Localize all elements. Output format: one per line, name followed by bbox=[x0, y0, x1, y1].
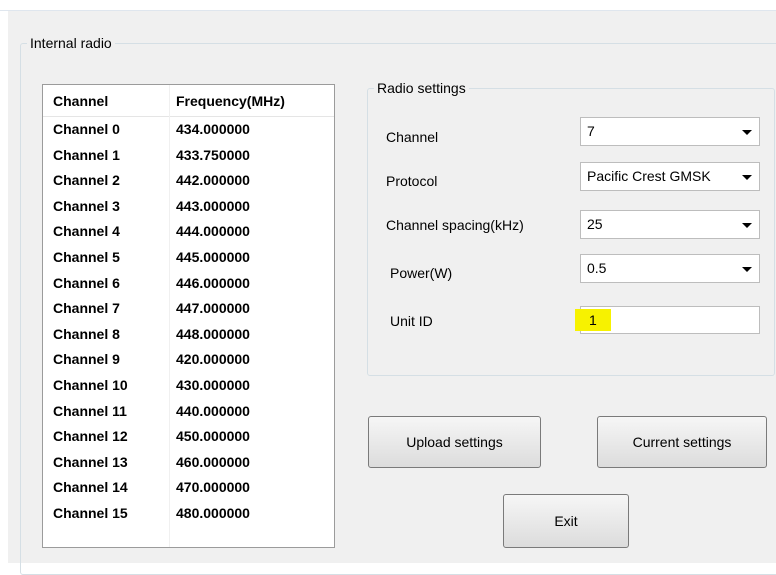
table-row[interactable]: Channel 9 420.000000 bbox=[43, 346, 334, 371]
frequency-cell: 430.000000 bbox=[176, 377, 250, 393]
channel-cell: Channel 8 bbox=[53, 325, 120, 342]
table-row[interactable]: Channel 2 442.000000 bbox=[43, 167, 334, 192]
exit-button[interactable]: Exit bbox=[503, 494, 629, 548]
channel-cell: Channel 0 bbox=[53, 121, 120, 137]
frequency-cell: 433.750000 bbox=[176, 146, 250, 163]
chevron-down-icon bbox=[742, 267, 752, 272]
chevron-down-icon bbox=[742, 130, 752, 135]
upload-settings-button[interactable]: Upload settings bbox=[368, 416, 541, 468]
table-row[interactable]: Channel 11 440.000000 bbox=[43, 398, 334, 423]
table-row[interactable]: Channel 0 434.000000 bbox=[43, 116, 334, 141]
channel-cell: Channel 11 bbox=[53, 402, 127, 419]
channel-select-value: 7 bbox=[587, 123, 595, 139]
frequency-cell: 445.000000 bbox=[176, 249, 250, 265]
frequency-cell: 443.000000 bbox=[176, 197, 250, 214]
frequency-cell: 440.000000 bbox=[176, 402, 250, 419]
channel-frequency-table[interactable]: Channel Frequency(MHz) Channel 0 434.0000… bbox=[42, 84, 335, 548]
channel-cell: Channel 2 bbox=[53, 172, 120, 189]
table-row[interactable]: Channel 10 430.000000 bbox=[43, 372, 334, 397]
chevron-down-icon bbox=[742, 175, 752, 180]
channel-cell: Channel 7 bbox=[53, 300, 120, 317]
table-row[interactable]: Channel 13 460.000000 bbox=[43, 449, 334, 474]
table-row[interactable]: Channel 8 448.000000 bbox=[43, 321, 334, 346]
power-select[interactable]: 0.5 bbox=[580, 254, 760, 283]
frequency-cell: 448.000000 bbox=[176, 325, 250, 342]
table-row[interactable]: Channel 6 446.000000 bbox=[43, 270, 334, 295]
frequency-cell: 420.000000 bbox=[176, 351, 250, 368]
channel-cell: Channel 9 bbox=[53, 351, 120, 368]
table-row[interactable]: Channel 15 480.000000 bbox=[43, 500, 334, 525]
frequency-cell: 442.000000 bbox=[176, 172, 250, 189]
frequency-cell: 447.000000 bbox=[176, 300, 250, 317]
channel-spacing-label: Channel spacing(kHz) bbox=[386, 217, 524, 233]
channel-cell: Channel 6 bbox=[53, 274, 120, 291]
protocol-select[interactable]: Pacific Crest GMSK bbox=[580, 162, 760, 191]
frequency-cell: 460.000000 bbox=[176, 453, 250, 470]
unit-id-label: Unit ID bbox=[390, 313, 433, 329]
channel-cell: Channel 3 bbox=[53, 197, 120, 214]
table-row[interactable]: Channel 12 450.000000 bbox=[43, 423, 334, 448]
frequency-cell: 480.000000 bbox=[176, 505, 250, 521]
radio-settings-title: Radio settings bbox=[377, 80, 466, 96]
frequency-cell: 450.000000 bbox=[176, 428, 250, 445]
power-label: Power(W) bbox=[390, 265, 453, 281]
frequency-cell: 470.000000 bbox=[176, 479, 250, 496]
unit-id-input[interactable]: 1 bbox=[575, 306, 760, 334]
column-header-channel[interactable]: Channel bbox=[53, 92, 108, 110]
table-row[interactable]: Channel 4 444.000000 bbox=[43, 218, 334, 243]
protocol-label: Protocol bbox=[386, 173, 438, 189]
table-row[interactable]: Channel 7 447.000000 bbox=[43, 295, 334, 320]
unit-id-value: 1 bbox=[589, 312, 597, 328]
table-header: Channel Frequency(MHz) bbox=[43, 85, 334, 117]
current-settings-button[interactable]: Current settings bbox=[597, 416, 767, 468]
table-row[interactable]: Channel 14 470.000000 bbox=[43, 474, 334, 499]
table-row[interactable]: Channel 3 443.000000 bbox=[43, 193, 334, 218]
table-row[interactable]: Channel 1 433.750000 bbox=[43, 142, 334, 167]
frequency-cell: 444.000000 bbox=[176, 223, 250, 240]
channel-cell: Channel 5 bbox=[53, 249, 120, 265]
channel-spacing-select[interactable]: 25 bbox=[580, 210, 760, 239]
channel-select[interactable]: 7 bbox=[580, 117, 760, 146]
channel-cell: Channel 14 bbox=[53, 479, 128, 496]
frequency-cell: 434.000000 bbox=[176, 121, 250, 137]
frequency-cell: 446.000000 bbox=[176, 274, 250, 291]
channel-cell: Channel 13 bbox=[53, 453, 128, 470]
power-select-value: 0.5 bbox=[587, 260, 607, 276]
chevron-down-icon bbox=[742, 223, 752, 228]
channel-label: Channel bbox=[386, 129, 439, 145]
channel-cell: Channel 10 bbox=[53, 377, 128, 393]
protocol-select-value: Pacific Crest GMSK bbox=[587, 168, 711, 184]
channel-spacing-select-value: 25 bbox=[587, 216, 603, 232]
channel-cell: Channel 1 bbox=[53, 146, 120, 163]
channel-cell: Channel 12 bbox=[53, 428, 128, 445]
table-row[interactable]: Channel 5 445.000000 bbox=[43, 244, 334, 269]
column-header-frequency[interactable]: Frequency(MHz) bbox=[176, 92, 285, 110]
channel-cell: Channel 4 bbox=[53, 223, 120, 240]
internal-radio-title: Internal radio bbox=[30, 35, 112, 51]
channel-cell: Channel 15 bbox=[53, 505, 128, 521]
